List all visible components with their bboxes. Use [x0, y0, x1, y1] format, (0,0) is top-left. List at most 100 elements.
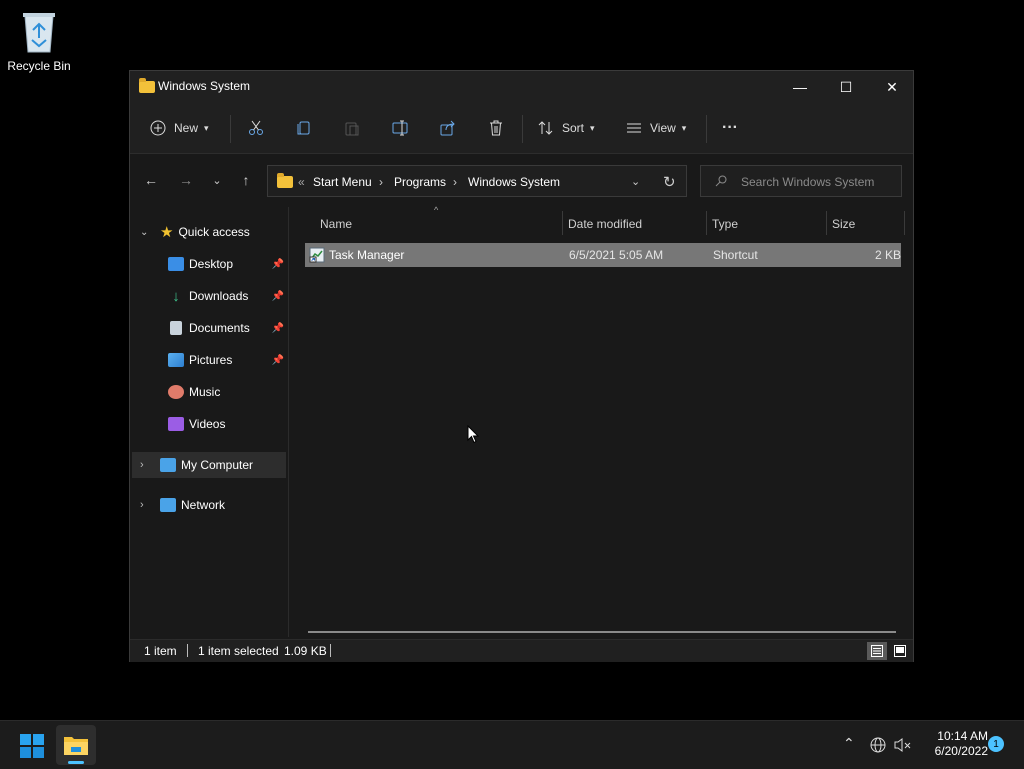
paste-button[interactable] [344, 115, 360, 141]
sidebar-item-videos[interactable]: Videos [130, 411, 286, 437]
cut-button[interactable] [248, 115, 264, 141]
chevron-down-icon: ▾ [590, 122, 595, 133]
toolbar-separator [522, 115, 523, 143]
breadcrumb-windows-system[interactable]: Windows System [468, 175, 560, 189]
selection-size: 1.09 KB [284, 644, 327, 658]
recycle-bin-shortcut[interactable]: Recycle Bin [4, 8, 74, 73]
quick-access-label: Quick access [178, 225, 250, 239]
sidebar-item-label: Desktop [189, 257, 234, 271]
maximize-button[interactable]: ☐ [823, 71, 869, 103]
chevron-down-icon: ⌄ [140, 226, 149, 238]
arrow-up-icon: ↑ [242, 172, 250, 188]
documents-icon [170, 321, 182, 335]
start-button[interactable] [20, 734, 44, 758]
recycle-bin-icon [23, 13, 55, 53]
quick-access-item[interactable]: ⌄ ★ Quick access [130, 219, 286, 245]
file-date: 6/5/2021 5:05 AM [569, 248, 664, 262]
sidebar-item-label: Music [189, 385, 221, 399]
back-button[interactable]: ← [140, 169, 162, 191]
volume-muted-icon[interactable] [894, 737, 912, 753]
column-header-date-modified[interactable]: Date modified [568, 217, 642, 231]
sort-ascending-icon: ^ [434, 205, 439, 215]
clock[interactable]: 10:14 AM 6/20/2022 [918, 729, 988, 759]
column-header-size[interactable]: Size [832, 217, 855, 231]
navigation-row: ← → ⌄ ↑ « Start Menu › Programs › Window… [130, 154, 913, 206]
paste-icon [345, 122, 359, 136]
sidebar-item-label: Documents [189, 321, 250, 335]
sort-button[interactable]: Sort ▾ [538, 115, 595, 141]
view-icon [627, 123, 641, 133]
computer-icon [160, 458, 176, 472]
share-button[interactable] [440, 115, 456, 141]
taskbar: ⌃ 10:14 AM 6/20/2022 1 [0, 720, 1024, 769]
pin-icon: 📌 [271, 322, 284, 334]
horizontal-scrollbar[interactable] [308, 631, 896, 633]
item-count: 1 item [144, 644, 177, 658]
up-button[interactable]: ↑ [235, 169, 257, 191]
rename-button[interactable] [392, 115, 410, 141]
clock-date: 6/20/2022 [934, 744, 988, 758]
column-separator[interactable] [904, 211, 905, 235]
new-button[interactable]: New ▾ [150, 115, 209, 141]
sort-label: Sort [562, 121, 585, 135]
column-separator[interactable] [826, 211, 827, 235]
recycle-bin-label: Recycle Bin [7, 59, 71, 73]
address-dropdown-icon[interactable]: ⌄ [631, 175, 640, 188]
mouse-cursor-icon [467, 425, 479, 444]
recent-locations-button[interactable]: ⌄ [206, 169, 228, 191]
forward-button[interactable]: → [175, 169, 197, 191]
column-header-type[interactable]: Type [712, 217, 738, 231]
file-size: 2 KB [875, 248, 902, 262]
pane-divider[interactable] [288, 207, 289, 637]
sidebar-item-downloads[interactable]: ↓ Downloads 📌 [130, 283, 286, 309]
globe-icon[interactable] [870, 737, 886, 753]
navigation-pane: ⌄ ★ Quick access Desktop 📌 ↓ Downloads 📌… [130, 207, 288, 639]
chevron-down-icon: ▾ [681, 122, 687, 133]
sidebar-item-network[interactable]: › Network [130, 492, 286, 518]
column-header-name[interactable]: Name [320, 217, 352, 231]
sidebar-item-pictures[interactable]: Pictures 📌 [130, 347, 286, 373]
network-icon [160, 498, 176, 512]
minimize-button[interactable]: — [777, 71, 823, 103]
title-bar[interactable]: Windows System — ☐ ✕ [130, 71, 913, 103]
breadcrumb-programs[interactable]: Programs [394, 175, 446, 189]
sidebar-item-music[interactable]: Music [130, 379, 286, 405]
file-row[interactable]: Task Manager 6/5/2021 5:05 AM Shortcut 2… [305, 243, 901, 267]
address-bar[interactable]: « Start Menu › Programs › Windows System… [267, 165, 687, 197]
sidebar-item-desktop[interactable]: Desktop 📌 [130, 251, 286, 277]
column-separator[interactable] [706, 211, 707, 235]
large-icons-view-button[interactable] [890, 642, 910, 660]
pictures-icon [168, 353, 184, 367]
pin-icon: 📌 [271, 290, 284, 302]
column-separator[interactable] [562, 211, 563, 235]
breadcrumb-separator-icon: › [453, 175, 457, 189]
more-options-button[interactable]: ··· [722, 115, 738, 141]
overflow-crumbs-button[interactable]: « [298, 175, 305, 189]
delete-button[interactable] [488, 115, 504, 141]
chevron-right-icon: › [140, 459, 144, 471]
show-hidden-icons-button[interactable]: ⌃ [843, 735, 855, 752]
share-icon [440, 120, 455, 136]
selection-status: 1 item selected [198, 644, 279, 658]
toolbar-separator [706, 115, 707, 143]
folder-icon [277, 173, 293, 188]
search-placeholder: Search Windows System [741, 175, 875, 189]
music-icon [168, 385, 184, 399]
close-icon: ✕ [886, 78, 898, 95]
status-divider [187, 644, 188, 657]
download-icon: ↓ [172, 287, 180, 305]
sidebar-item-documents[interactable]: Documents 📌 [130, 315, 286, 341]
file-explorer-taskbar-button[interactable] [56, 725, 96, 765]
sidebar-item-label: Network [181, 498, 226, 512]
notification-badge[interactable]: 1 [988, 736, 1004, 752]
close-button[interactable]: ✕ [869, 71, 915, 103]
search-box[interactable]: Search Windows System [700, 165, 902, 197]
details-view-button[interactable] [867, 642, 887, 660]
breadcrumb-start-menu[interactable]: Start Menu [313, 175, 372, 189]
view-button[interactable]: View ▾ [626, 115, 686, 141]
refresh-icon[interactable]: ↻ [663, 173, 676, 191]
status-bar: 1 item 1 item selected 1.09 KB [130, 639, 913, 662]
sidebar-item-my-computer[interactable]: › My Computer [132, 452, 286, 478]
copy-button[interactable] [296, 115, 312, 141]
new-label: New [174, 121, 199, 135]
